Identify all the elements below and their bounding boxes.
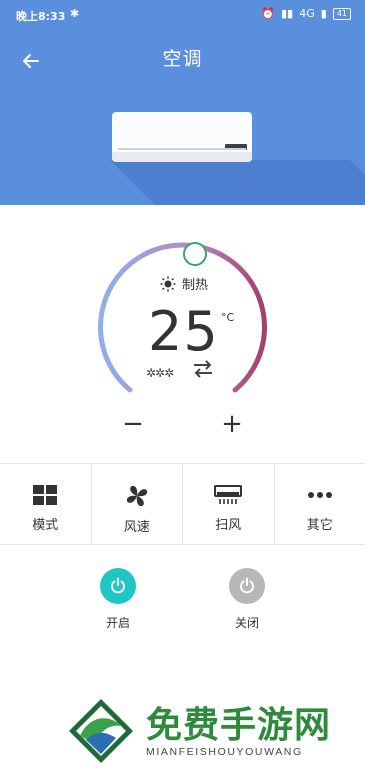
fan-speed-icon: ✲✲✲ <box>146 366 174 380</box>
sun-icon <box>160 276 176 291</box>
battery-icon: 41 <box>332 7 351 20</box>
dial-knob[interactable] <box>183 242 207 266</box>
ac-vent-line <box>118 148 246 150</box>
air-conditioner-illustration <box>112 112 252 162</box>
swing-button-label: 扫风 <box>215 518 242 533</box>
mode-button[interactable]: 模式 <box>0 464 92 544</box>
signal-icon: ▮▮ <box>281 7 294 20</box>
mode-indicator: 制热 <box>160 274 208 293</box>
signal-icon-2: ▮ <box>320 7 327 20</box>
fan-speed-button-label: 风速 <box>123 520 150 535</box>
fan-icon <box>126 485 147 507</box>
alarm-icon: ⏰ <box>261 7 276 20</box>
watermark: 免费手游网 MIANFEISHOUYOUWANG <box>66 696 365 766</box>
swing-button[interactable]: 扫风 <box>183 464 275 544</box>
increase-temp-button[interactable]: + <box>220 409 244 439</box>
status-right: ⏰ ▮▮ 4G ▮ 41 <box>261 7 351 20</box>
fan-speed-button[interactable]: 风速 <box>92 464 183 544</box>
watermark-logo <box>69 699 133 763</box>
other-button[interactable]: 其它 <box>275 464 365 544</box>
network-label: 4G <box>299 7 315 20</box>
mode-button-label: 模式 <box>32 518 59 533</box>
header: 晚上8:33 ✱ ⏰ ▮▮ 4G ▮ 41 空调 <box>0 0 365 205</box>
watermark-subtext: MIANFEISHOUYOUWANG <box>146 746 303 758</box>
swap-arrows-icon <box>194 360 212 378</box>
power-on-group: 开启 <box>78 568 158 631</box>
temperature-unit: °C <box>221 311 235 324</box>
power-on-label: 开启 <box>105 616 130 630</box>
ac-shadow <box>110 160 365 205</box>
power-off-icon <box>240 577 254 594</box>
temperature-value: 25 <box>148 300 219 363</box>
power-off-label: 关闭 <box>234 616 259 630</box>
mode-grid-icon <box>33 485 58 505</box>
decrease-temp-button[interactable]: − <box>121 409 145 439</box>
other-button-label: 其它 <box>306 518 333 533</box>
watermark-text: 免费手游网 <box>146 704 332 746</box>
swing-air-icon <box>214 485 243 504</box>
power-off-group: 关闭 <box>207 568 287 631</box>
status-time: 晚上8:33 <box>16 10 66 23</box>
more-dots-icon <box>307 492 332 498</box>
mode-label: 制热 <box>182 278 209 293</box>
ac-bottom <box>112 152 252 162</box>
bluetooth-icon: ✱ <box>70 7 80 20</box>
power-on-button[interactable] <box>100 568 136 604</box>
page-title: 空调 <box>162 48 203 70</box>
control-grid: 模式 风速 扫风 其它 <box>0 463 365 545</box>
status-bar: 晚上8:33 ✱ ⏰ ▮▮ 4G ▮ 41 <box>0 0 365 28</box>
power-off-button[interactable] <box>229 568 265 604</box>
power-on-icon <box>111 577 125 594</box>
